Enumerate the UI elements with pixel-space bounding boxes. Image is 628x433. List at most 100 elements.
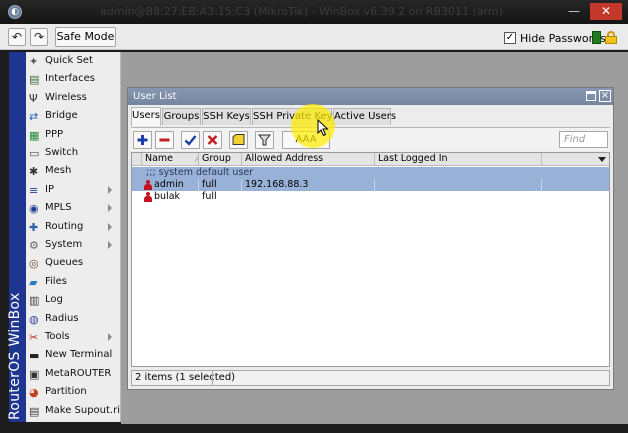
- sidebar-item-system[interactable]: ⚙ System: [26, 237, 120, 255]
- sidebar-item-interfaces[interactable]: ▤ Interfaces: [26, 71, 120, 89]
- sidebar-menu: ✦ Quick Set ▤ Interfaces Ψ Wireless ⇄ Bridge ▦ PP…: [26, 52, 121, 422]
- column-last-logged-in[interactable]: Last Logged In: [375, 153, 542, 166]
- sidebar-item-log[interactable]: ▥ Log: [26, 292, 120, 310]
- comment-icon: [232, 134, 245, 145]
- sidebar-item-wireless[interactable]: Ψ Wireless: [26, 90, 120, 108]
- sidebar-item-label: Quick Set: [45, 55, 93, 66]
- tab-active-users[interactable]: Active Users: [333, 108, 396, 125]
- sidebar-item-manual[interactable]: ?Manual: [26, 421, 120, 422]
- table-row[interactable]: bulak full: [132, 191, 609, 203]
- interfaces-icon: ▤: [29, 73, 40, 87]
- status-bar: 2 items (1 selected): [131, 370, 610, 386]
- enable-button[interactable]: [181, 131, 200, 149]
- sidebar-item-bridge[interactable]: ⇄ Bridge: [26, 108, 120, 126]
- hide-passwords-toggle[interactable]: ✓ Hide Passwords: [504, 30, 606, 46]
- sidebar-item-label: PPP: [45, 128, 64, 140]
- x-icon: [207, 135, 218, 145]
- wireless-icon: Ψ: [29, 91, 38, 105]
- submenu-arrow-icon: [108, 222, 112, 231]
- user-list-window: User List × Users Groups SSH Keys SSH Pr…: [127, 87, 614, 390]
- status-indicator: [592, 31, 601, 44]
- ppp-icon: ▦: [29, 128, 40, 142]
- routing-icon: ✚: [29, 220, 39, 234]
- sidebar-item-label: Routing: [45, 220, 84, 232]
- column-name[interactable]: Name ⁄: [142, 153, 199, 166]
- column-group[interactable]: Group: [199, 153, 242, 166]
- cell-group: full: [202, 179, 242, 191]
- safe-mode-button[interactable]: Safe Mode: [55, 27, 116, 47]
- comment-button[interactable]: [229, 131, 248, 149]
- dialog-title-bar[interactable]: User List ×: [128, 88, 613, 105]
- window-title: admin@B8:27:EB:A3:15:C3 (MikroTik) - Win…: [100, 5, 503, 18]
- sidebar-item-files[interactable]: ▰ Files: [26, 274, 120, 292]
- title-bar: ◐ admin@B8:27:EB:A3:15:C3 (MikroTik) - W…: [0, 0, 628, 24]
- sidebar-item-label: Tools: [45, 331, 70, 342]
- cell-name: bulak: [154, 191, 181, 202]
- sidebar-item-make-supout-rif[interactable]: ▤ Make Supout.rif: [26, 403, 121, 421]
- sidebar-item-mesh[interactable]: ✱ Mesh: [26, 163, 120, 181]
- queues-icon: ◎: [29, 257, 39, 271]
- sidebar-item-label: Interfaces: [45, 73, 95, 85]
- tab-ssh-keys[interactable]: SSH Keys: [202, 108, 251, 125]
- tab-users[interactable]: Users: [131, 107, 161, 126]
- find-input[interactable]: Find: [559, 131, 608, 148]
- disable-button[interactable]: [203, 131, 222, 149]
- sidebar-item-label: Bridge: [45, 110, 78, 122]
- submenu-arrow-icon: [108, 241, 112, 249]
- dialog-close-icon[interactable]: ×: [599, 90, 611, 102]
- column-allowed-address[interactable]: Allowed Address: [242, 153, 375, 166]
- close-window-button[interactable]: ✕: [590, 3, 622, 20]
- dialog-title: User List: [133, 91, 177, 102]
- table-row-comment[interactable]: ;;; system default user: [132, 167, 609, 179]
- wand-icon: ✦: [29, 55, 39, 68]
- sidebar-item-label: MetaROUTER: [45, 367, 112, 379]
- undo-button[interactable]: ↶: [8, 28, 26, 46]
- hide-passwords-checkbox[interactable]: ✓: [504, 32, 516, 44]
- sidebar-item-ip[interactable]: ≡ IP: [26, 182, 120, 200]
- sidebar-item-label: Make Supout.rif: [45, 404, 121, 416]
- status-text: 2 items (1 selected): [135, 372, 236, 383]
- user-icon: [144, 192, 152, 202]
- column-menu-icon[interactable]: [598, 157, 606, 162]
- minus-icon: [159, 138, 170, 142]
- sidebar-item-radius[interactable]: ◍ Radius: [26, 311, 120, 329]
- sidebar-item-ppp[interactable]: ▦ PPP: [26, 127, 120, 145]
- brand-label: RouterOS WinBox: [7, 292, 23, 420]
- bridge-icon: ⇄: [29, 110, 39, 124]
- redo-button[interactable]: ↷: [30, 28, 48, 46]
- mpls-icon: ◉: [29, 202, 39, 216]
- maximize-icon[interactable]: [586, 91, 596, 101]
- sidebar-item-switch[interactable]: ▭ Switch: [26, 145, 120, 163]
- sidebar-item-label: Queues: [45, 257, 84, 269]
- sidebar-item-label: Switch: [45, 147, 79, 158]
- sidebar-item-label: Mesh: [45, 165, 72, 177]
- minimize-button[interactable]: —: [562, 3, 586, 20]
- sidebar-item-queues[interactable]: ◎ Queues: [26, 255, 120, 273]
- ip-icon: ≡: [29, 183, 39, 197]
- sidebar-item-label: Partition: [45, 386, 87, 398]
- winbox-app-icon: ◐: [8, 5, 22, 19]
- sidebar-item-label: System: [45, 239, 83, 250]
- sidebar-item-label: Log: [45, 294, 63, 306]
- filter-button[interactable]: [255, 131, 274, 149]
- sidebar-item-metarouter[interactable]: ▣ MetaROUTER: [26, 366, 120, 384]
- sidebar-item-partition[interactable]: ◕ Partition: [26, 384, 120, 402]
- user-icon: [144, 180, 152, 190]
- remove-button[interactable]: [155, 131, 174, 149]
- sidebar-item-tools[interactable]: ✂ Tools: [26, 329, 120, 347]
- terminal-icon: ▬: [29, 349, 40, 363]
- cell-allowed-address: 192.168.88.3: [245, 179, 375, 191]
- sidebar-item-label: MPLS: [45, 202, 72, 214]
- plus-icon: [137, 135, 148, 145]
- table-row[interactable]: admin full 192.168.88.3: [132, 179, 609, 191]
- main-toolbar: ↶ ↷ Safe Mode ✓ Hide Passwords: [0, 24, 628, 50]
- mouse-cursor-icon: [317, 119, 329, 137]
- sidebar-item-quick-set[interactable]: ✦ Quick Set: [26, 53, 120, 71]
- sidebar-item-new-terminal[interactable]: ▬ New Terminal: [26, 347, 120, 365]
- sidebar-item-mpls[interactable]: ◉ MPLS: [26, 200, 120, 218]
- add-button[interactable]: [133, 131, 152, 149]
- tab-groups[interactable]: Groups: [162, 108, 201, 125]
- metarouter-icon: ▣: [29, 367, 40, 381]
- sidebar-item-routing[interactable]: ✚ Routing: [26, 219, 120, 237]
- tools-icon: ✂: [29, 331, 39, 344]
